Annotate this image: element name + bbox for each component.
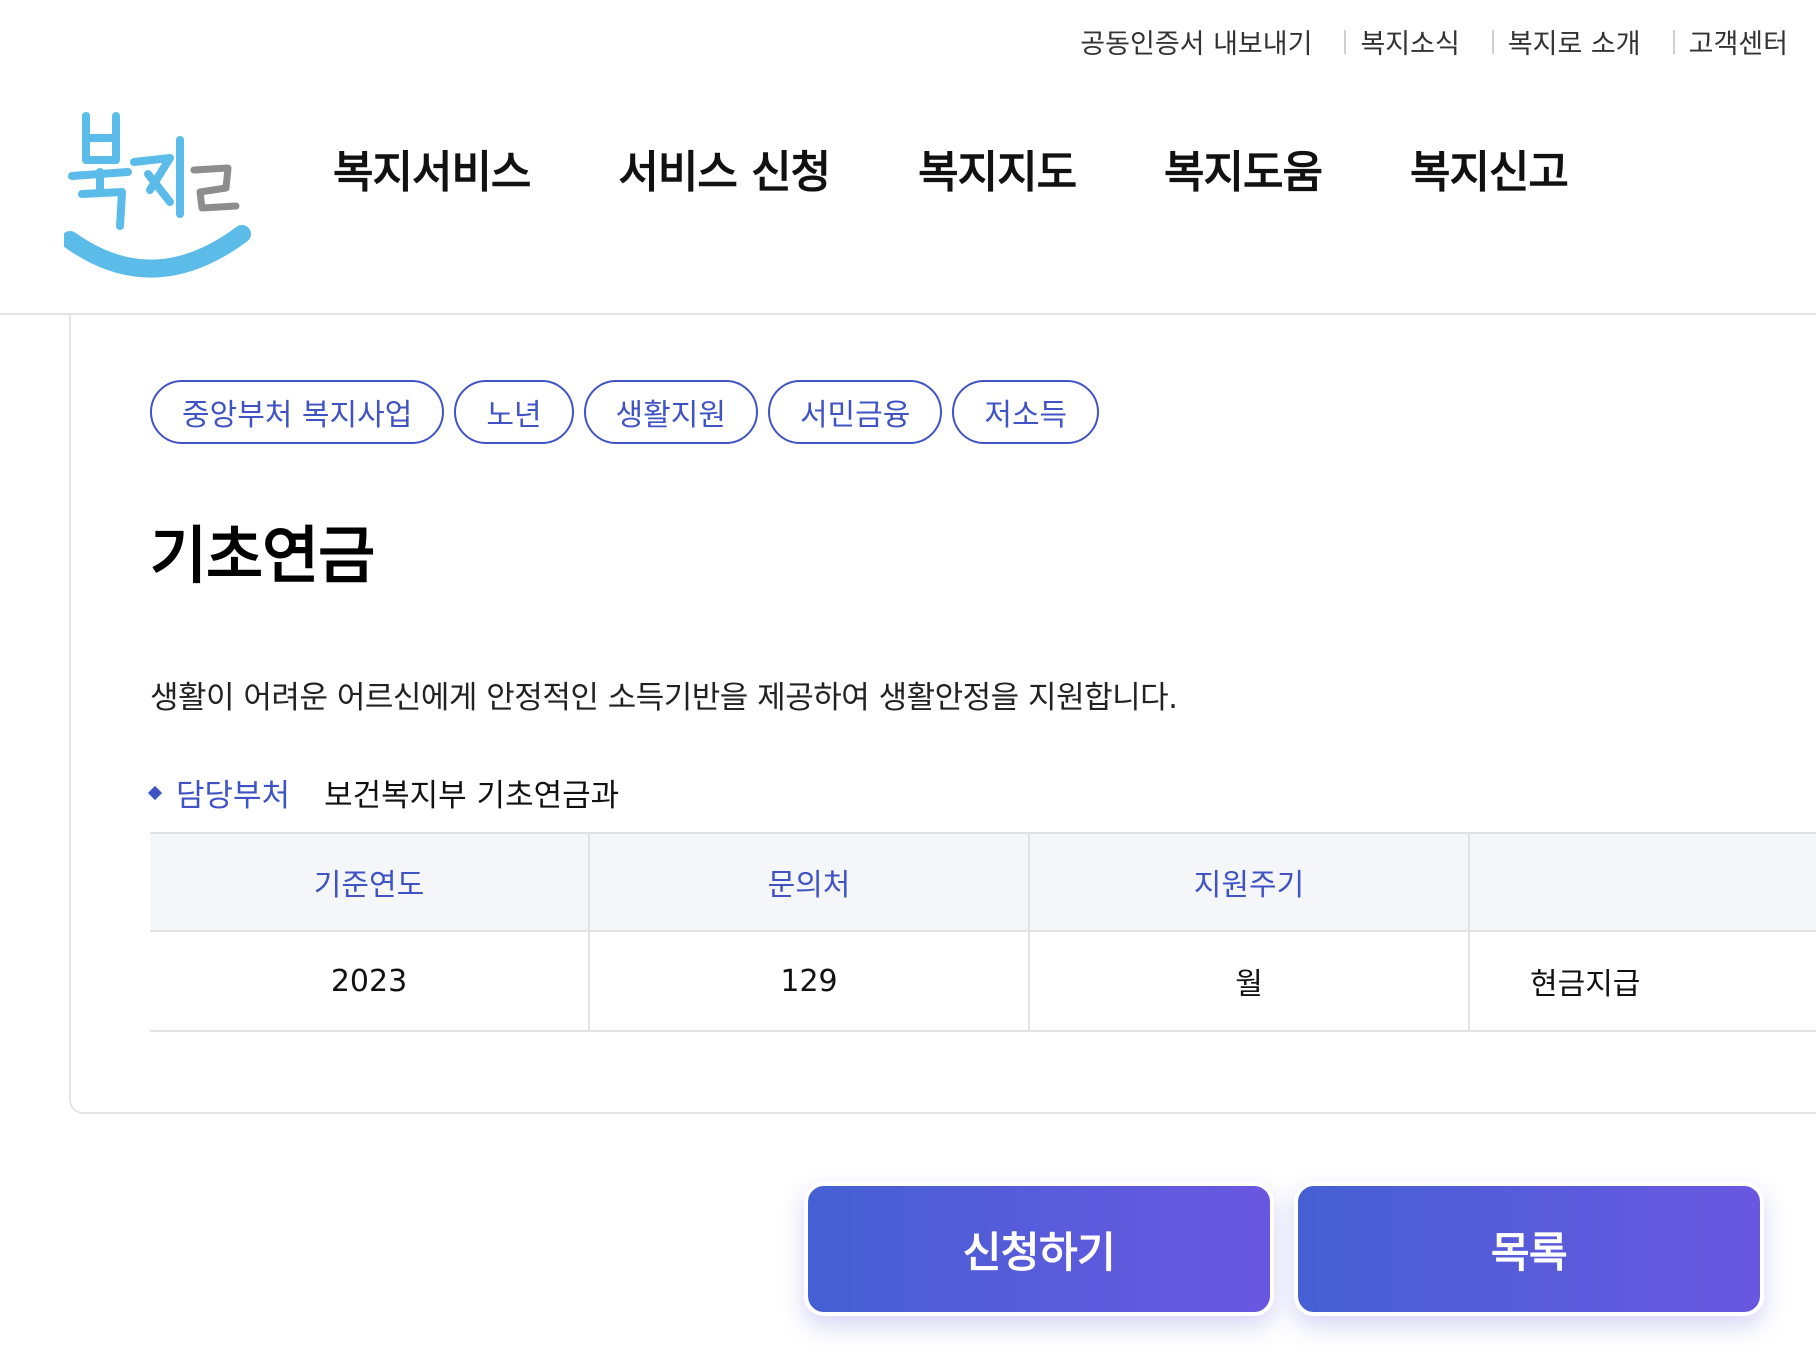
header-contact: 문의처 [590, 834, 1030, 930]
util-divider [1344, 29, 1347, 54]
page: 공동인증서 내보내기 복지소식 복지로 소개 고객센터 복지서비스 서비스 신청… [0, 0, 1816, 1370]
tag-elderly[interactable]: 노년 [454, 380, 574, 444]
util-link-news[interactable]: 복지소식 [1360, 22, 1459, 61]
util-link-about[interactable]: 복지로 소개 [1508, 22, 1641, 61]
cell-base-year: 2023 [150, 932, 590, 1030]
nav-welfare-service[interactable]: 복지서비스 [333, 136, 531, 200]
list-button[interactable]: 목록 [1294, 1182, 1764, 1316]
tag-living-support[interactable]: 생활지원 [583, 380, 758, 444]
header-support-cycle: 지원주기 [1030, 834, 1470, 930]
service-tags: 중앙부처 복지사업 노년 생활지원 서민금융 저소득 [150, 380, 1100, 444]
nav-welfare-report[interactable]: 복지신고 [1410, 136, 1569, 200]
table-row: 2023 129 월 현금지급 [150, 932, 1816, 1032]
header-base-year: 기준연도 [150, 834, 590, 930]
util-link-customer-center[interactable]: 고객센터 [1689, 22, 1788, 61]
department-label: 담당부처 [176, 778, 291, 814]
cell-contact: 129 [590, 932, 1030, 1030]
service-info-table: 기준연도 문의처 지원주기 2023 129 월 현금지급 [150, 832, 1816, 1032]
tag-low-income[interactable]: 저소득 [952, 380, 1100, 444]
bokjiro-logo-mark [61, 112, 251, 278]
site-logo[interactable] [61, 110, 254, 280]
diamond-bullet-icon [147, 785, 163, 800]
cell-support-cycle: 월 [1030, 932, 1470, 1030]
header-support-type [1470, 834, 1816, 930]
action-buttons: 신청하기 목록 [804, 1182, 1764, 1316]
util-divider [1672, 29, 1675, 54]
page-title: 기초연금 [150, 519, 375, 592]
nav-welfare-map[interactable]: 복지지도 [918, 136, 1077, 200]
nav-welfare-help[interactable]: 복지도움 [1164, 136, 1323, 200]
util-divider [1491, 29, 1494, 54]
tag-central-ministry[interactable]: 중앙부처 복지사업 [150, 380, 445, 444]
utility-nav: 공동인증서 내보내기 복지소식 복지로 소개 고객센터 [1080, 22, 1788, 61]
apply-button[interactable]: 신청하기 [804, 1182, 1274, 1316]
tag-financial[interactable]: 서민금융 [767, 380, 943, 444]
main-nav: 복지서비스 서비스 신청 복지지도 복지도움 복지신고 [333, 136, 1569, 200]
service-description: 생활이 어려운 어르신에게 안정적인 소득기반을 제공하여 생활안정을 지원합니… [150, 680, 1178, 716]
nav-service-apply[interactable]: 서비스 신청 [618, 136, 831, 200]
department-value: 보건복지부 기초연금과 [324, 778, 620, 814]
table-header-row: 기준연도 문의처 지원주기 [150, 834, 1816, 932]
util-link-cert-export[interactable]: 공동인증서 내보내기 [1080, 22, 1312, 61]
cell-support-type: 현금지급 [1530, 967, 1641, 1002]
department-row: 담당부처 보건복지부 기초연금과 [147, 770, 620, 815]
